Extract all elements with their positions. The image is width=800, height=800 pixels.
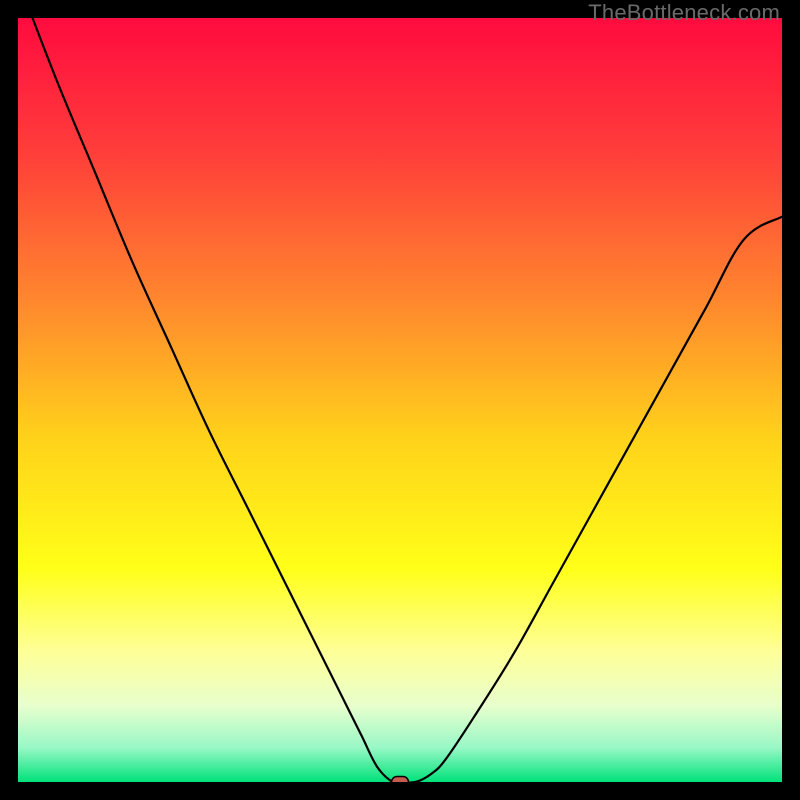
chart-background <box>18 18 782 782</box>
watermark-text: TheBottleneck.com <box>588 0 780 26</box>
plot-area <box>18 18 782 782</box>
plot-svg <box>18 18 782 782</box>
marker-min-point <box>392 777 409 783</box>
chart-frame: TheBottleneck.com <box>0 0 800 800</box>
